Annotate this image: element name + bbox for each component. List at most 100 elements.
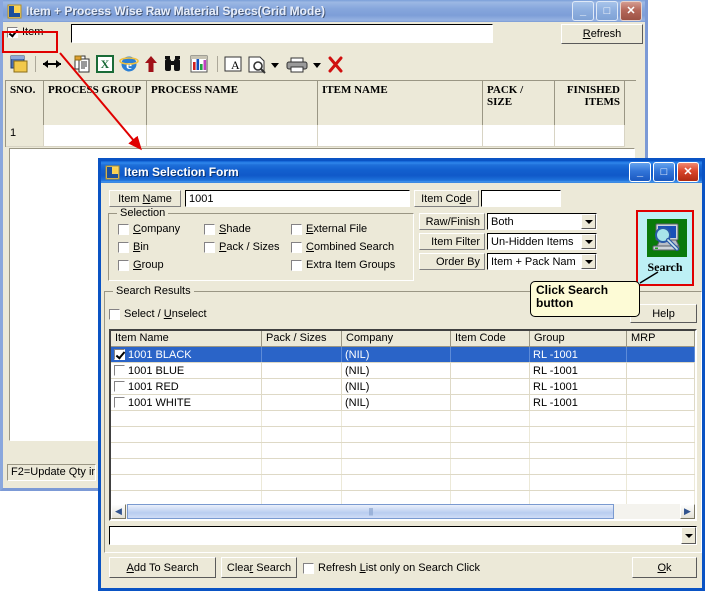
grid-col-sno[interactable]: SNO. [6, 81, 44, 126]
grid-col-item-name[interactable]: ITEM NAME [318, 81, 483, 126]
table-row[interactable]: 1001 BLUE (NIL) RL -1001 [111, 363, 695, 379]
clear-search-button[interactable]: Clear Search [221, 557, 297, 578]
minimize-button[interactable]: _ [572, 1, 594, 21]
grid-cell-finished-items[interactable] [555, 125, 625, 147]
grid-col-finished-items[interactable]: FINISHED ITEMS [555, 81, 625, 126]
table-row[interactable]: 1001 WHITE (NIL) RL -1001 [111, 395, 695, 411]
refresh-list-checkbox[interactable]: Refresh List only on Search Click [303, 562, 480, 574]
bin-checkbox-box[interactable] [118, 241, 129, 253]
maximize-button[interactable]: □ [596, 1, 618, 21]
dialog-minimize-button[interactable]: _ [629, 162, 651, 182]
table-row[interactable] [111, 443, 695, 459]
group-checkbox-label: Group [133, 259, 164, 271]
combined-search-checkbox-box[interactable] [291, 241, 302, 253]
print-preview-icon [248, 56, 266, 74]
table-row[interactable] [111, 459, 695, 475]
application-icon [105, 165, 120, 180]
checkbox-pack-sizes[interactable]: Pack / Sizes [204, 241, 280, 253]
add-to-search-button[interactable]: Add To Search [109, 557, 216, 578]
dialog-maximize-button[interactable]: □ [653, 162, 675, 182]
table-row[interactable]: 1001 RED (NIL) RL -1001 [111, 379, 695, 395]
combined-search-checkbox-label: Combined Search [306, 241, 395, 253]
grid-col-process-name[interactable]: PROCESS NAME [147, 81, 318, 126]
hscroll-thumb[interactable]: |||| [127, 504, 614, 519]
dialog-titlebar[interactable]: Item Selection Form _ □ ✕ [101, 161, 702, 183]
grid-cell-process-name[interactable] [147, 125, 318, 147]
row-company: (NIL) [342, 395, 451, 410]
chevron-down-icon[interactable] [581, 254, 596, 269]
external-file-checkbox-box[interactable] [291, 223, 302, 235]
search-results-table[interactable]: Item Name Pack / Sizes Company Item Code… [109, 329, 697, 521]
table-row[interactable]: 1001 BLACK (NIL) RL -1001 [111, 347, 695, 363]
checkbox-combined-search[interactable]: Combined Search [291, 241, 394, 253]
row-item-code [451, 347, 530, 362]
ok-button[interactable]: Ok [632, 557, 697, 578]
results-col-mrp[interactable]: MRP [627, 331, 695, 346]
checkbox-external-file[interactable]: External File [291, 223, 367, 235]
chevron-down-icon[interactable] [581, 234, 596, 249]
row-select-checkbox[interactable] [114, 381, 125, 392]
help-button[interactable]: Help [630, 304, 697, 323]
table-row[interactable] [111, 475, 695, 491]
checkbox-shade[interactable]: Shade [204, 223, 251, 235]
raw-finish-select[interactable]: Both [487, 213, 597, 230]
row-select-checkbox[interactable] [114, 397, 125, 408]
item-filter-label: Item Filter [419, 233, 485, 250]
refresh-list-checkbox-box[interactable] [303, 562, 314, 574]
main-window-titlebar[interactable]: Item + Process Wise Raw Material Specs(G… [3, 0, 645, 22]
row-item-name-cell[interactable]: 1001 WHITE [111, 395, 262, 410]
chevron-down-icon[interactable] [681, 527, 696, 544]
checkbox-extra-item-groups[interactable]: Extra Item Groups [291, 259, 395, 271]
company-checkbox-box[interactable] [118, 223, 129, 235]
table-row[interactable] [111, 411, 695, 427]
row-select-checkbox[interactable] [114, 365, 125, 376]
dialog-title: Item Selection Form [124, 165, 239, 179]
scroll-left-icon[interactable]: ◀ [111, 504, 126, 519]
item-filter-select[interactable]: Un-Hidden Items [487, 233, 597, 250]
grid-cell-process-group[interactable] [44, 125, 147, 147]
checkbox-group[interactable]: Group [118, 259, 164, 271]
results-col-item-code[interactable]: Item Code [451, 331, 530, 346]
print-preview-dropdown-icon [271, 63, 279, 68]
scroll-right-icon[interactable]: ▶ [680, 504, 695, 519]
search-button[interactable]: Search [636, 210, 694, 286]
grid-col-pack-size[interactable]: PACK / SIZE [483, 81, 555, 126]
row-mrp [627, 347, 695, 362]
bottom-combo[interactable] [109, 526, 697, 545]
results-col-group[interactable]: Group [530, 331, 627, 346]
grid-cell-item-name[interactable] [318, 125, 483, 147]
item-code-input[interactable] [481, 190, 561, 207]
checkbox-bin[interactable]: Bin [118, 241, 149, 253]
refresh-button[interactable]: Refresh [561, 24, 643, 44]
checkbox-company[interactable]: Company [118, 223, 180, 235]
table-row[interactable] [111, 427, 695, 443]
svg-text:X: X [101, 57, 110, 71]
grid-col-process-group[interactable]: PROCESS GROUP [44, 81, 147, 126]
extra-item-groups-checkbox-box[interactable] [291, 259, 302, 271]
results-col-company[interactable]: Company [342, 331, 451, 346]
close-button[interactable]: ✕ [620, 1, 642, 21]
results-hscrollbar[interactable]: ◀ |||| ▶ [111, 504, 695, 519]
group-checkbox-box[interactable] [118, 259, 129, 271]
results-col-pack-sizes[interactable]: Pack / Sizes [262, 331, 342, 346]
select-unselect-checkbox-box[interactable] [109, 308, 120, 320]
shade-checkbox-box[interactable] [204, 223, 215, 235]
main-search-input[interactable] [71, 24, 493, 43]
row-company: (NIL) [342, 379, 451, 394]
row-item-name-cell[interactable]: 1001 BLACK [111, 347, 262, 362]
row-item-name-cell[interactable]: 1001 RED [111, 379, 262, 394]
dialog-window-controls: _ □ ✕ [629, 162, 699, 182]
main-grid-row[interactable]: 1 [5, 125, 636, 147]
order-by-label: Order By [419, 253, 485, 270]
item-name-input[interactable]: 1001 [185, 190, 410, 207]
chevron-down-icon[interactable] [581, 214, 596, 229]
grid-cell-pack-size[interactable] [483, 125, 555, 147]
row-select-checkbox[interactable] [114, 349, 125, 360]
order-by-select[interactable]: Item + Pack Nam [487, 253, 597, 270]
select-unselect-checkbox[interactable]: Select / Unselect [109, 308, 207, 320]
search-computer-icon [647, 219, 687, 257]
row-item-name-cell[interactable]: 1001 BLUE [111, 363, 262, 378]
dialog-close-button[interactable]: ✕ [677, 162, 699, 182]
pack-sizes-checkbox-box[interactable] [204, 241, 215, 253]
results-col-item-name[interactable]: Item Name [111, 331, 262, 346]
